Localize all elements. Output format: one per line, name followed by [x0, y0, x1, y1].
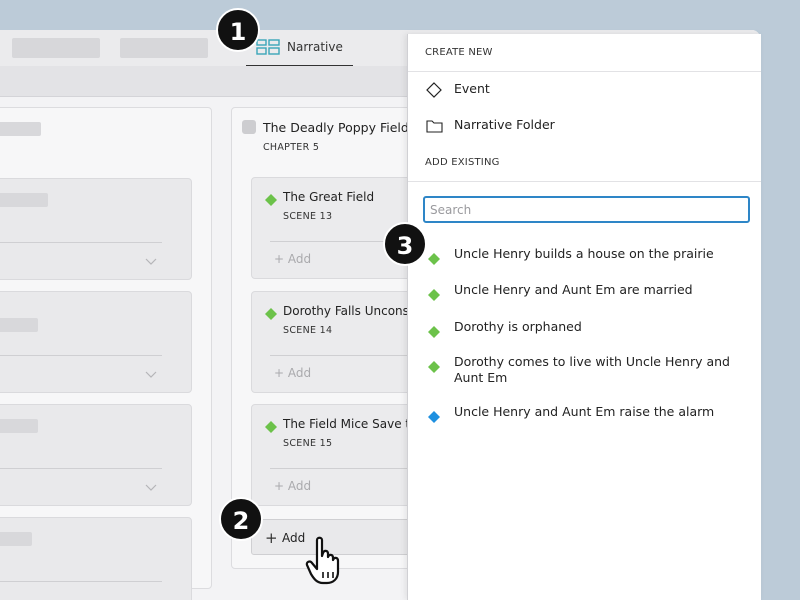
diamond-icon: [265, 418, 277, 437]
placeholder-text: [0, 532, 32, 546]
result-item[interactable]: Dorothy is orphaned: [408, 319, 761, 339]
divider: [0, 581, 162, 582]
result-item[interactable]: Uncle Henry and Aunt Em raise the alarm: [408, 404, 761, 424]
tab-placeholder[interactable]: [12, 38, 100, 58]
divider: [408, 181, 761, 182]
scene-add-button[interactable]: + Add: [274, 479, 311, 493]
diamond-icon: [265, 305, 277, 324]
hand-pointer-icon: [305, 536, 363, 590]
divider: [0, 242, 162, 243]
ghost-card: [0, 517, 192, 600]
chevron-down-icon[interactable]: [145, 364, 157, 383]
chevron-down-icon[interactable]: [145, 251, 157, 270]
diamond-icon: [428, 358, 440, 377]
chapter-column-placeholder: [0, 107, 212, 600]
plus-icon: +: [265, 529, 278, 547]
add-existing-header: ADD EXISTING: [425, 157, 500, 168]
create-event-label: Event: [454, 81, 490, 96]
board-icon: [256, 39, 280, 59]
diamond-icon: [428, 250, 440, 269]
scene-number: SCENE 15: [283, 438, 333, 449]
scene-add-button[interactable]: + Add: [274, 366, 311, 380]
divider: [0, 355, 162, 356]
divider: [270, 355, 427, 356]
result-item[interactable]: Dorothy comes to live with Uncle Henry a…: [408, 354, 761, 388]
step-callout-2: 2: [219, 497, 263, 541]
result-item[interactable]: Uncle Henry and Aunt Em are married: [408, 282, 761, 302]
result-item[interactable]: Uncle Henry builds a house on the prairi…: [408, 246, 761, 266]
chevron-down-icon[interactable]: [145, 477, 157, 496]
result-label: Uncle Henry and Aunt Em are married: [454, 282, 693, 297]
placeholder-text: [0, 318, 38, 332]
placeholder-text: [0, 419, 38, 433]
scene-card[interactable]: The Field Mice Save the Lion SCENE 15 + …: [251, 404, 428, 506]
folder-icon: [426, 118, 444, 138]
ghost-card: [0, 404, 192, 506]
create-event-item[interactable]: Event: [408, 74, 761, 106]
scene-number: SCENE 14: [283, 325, 333, 336]
ghost-card: [0, 291, 192, 393]
divider: [0, 468, 162, 469]
divider: [270, 468, 427, 469]
scene-add-label: Add: [287, 479, 312, 493]
scene-add-label: Add: [287, 366, 312, 380]
add-dropdown-menu: CREATE NEW Event Narrative Folder ADD EX…: [407, 34, 761, 600]
result-label: Dorothy is orphaned: [454, 319, 582, 334]
diamond-outline-icon: [426, 82, 442, 102]
diamond-icon: [428, 323, 440, 342]
diamond-icon: [428, 286, 440, 305]
chapter-add-label: Add: [282, 531, 306, 545]
result-label: Dorothy comes to live with Uncle Henry a…: [454, 354, 730, 385]
tab-label: Narrative: [287, 40, 343, 54]
scene-number: SCENE 13: [283, 211, 333, 222]
step-callout-1: 1: [216, 8, 260, 52]
search-input[interactable]: [423, 196, 750, 223]
placeholder-title: [0, 122, 41, 136]
result-label: Uncle Henry and Aunt Em raise the alarm: [454, 404, 715, 419]
ghost-card: [0, 178, 192, 280]
diamond-icon: [428, 408, 440, 427]
diamond-icon: [265, 191, 277, 210]
create-narrative-folder-item[interactable]: Narrative Folder: [408, 110, 761, 142]
chapter-column: The Deadly Poppy Field CHAPTER 5 The Gre…: [231, 107, 433, 569]
step-callout-3: 3: [383, 222, 427, 266]
scene-card[interactable]: Dorothy Falls Unconscious SCENE 14 + Add: [251, 291, 428, 393]
create-narrative-folder-label: Narrative Folder: [454, 117, 555, 132]
scene-add-label: Add: [287, 252, 312, 266]
divider: [408, 71, 761, 72]
create-new-header: CREATE NEW: [425, 47, 493, 58]
placeholder-text: [0, 193, 48, 207]
tab-placeholder[interactable]: [120, 38, 208, 58]
tab-narrative[interactable]: Narrative: [246, 30, 353, 66]
scene-add-button[interactable]: + Add: [274, 252, 311, 266]
chapter-title[interactable]: The Deadly Poppy Field: [263, 120, 409, 135]
chapter-number: CHAPTER 5: [263, 142, 320, 153]
result-label: Uncle Henry builds a house on the prairi…: [454, 246, 714, 261]
chapter-icon: [242, 120, 256, 134]
scene-title: The Great Field: [283, 190, 375, 204]
